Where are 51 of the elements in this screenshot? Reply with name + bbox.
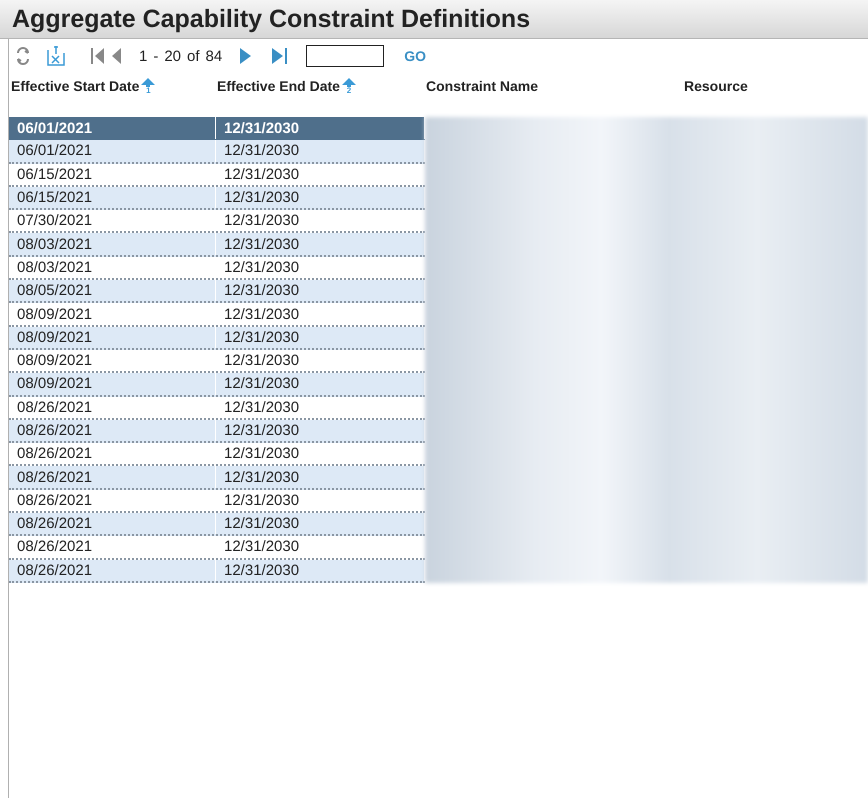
go-button[interactable]: GO [400,48,430,64]
table-cell: 08/03/2021 [9,256,216,278]
table-row[interactable]: 08/09/2021 12/31/2030 [9,373,425,397]
page-range-end: 20 [164,48,182,64]
column-header[interactable]: Effective End Date [217,78,340,94]
table-cell: 08/26/2021 [9,443,216,464]
table-row[interactable]: 08/03/2021 12/31/2030 [9,233,425,257]
table-row[interactable]: 08/05/2021 12/31/2030 [9,280,425,304]
table-cell: 08/26/2021 [9,560,216,581]
next-page-icon[interactable] [240,47,252,65]
column-header[interactable]: Resource [666,78,748,94]
total-count: 84 [206,48,222,64]
page-range-start: 1 [139,48,148,64]
table-cell: 08/09/2021 [9,303,216,325]
table-cell: 06/01/2021 [9,140,216,162]
table-cell: 08/26/2021 [9,490,216,512]
window-title: Aggregate Capability Constraint Definitions [0,0,868,39]
previous-page-icon[interactable] [111,47,121,65]
refresh-icon[interactable] [15,45,31,67]
table-row[interactable]: 06/15/2021 12/31/2030 [9,164,425,187]
table-cell: 06/01/2021 [9,117,216,140]
table-cell: 08/03/2021 [9,233,216,255]
last-page-icon[interactable] [272,47,288,65]
table-cell: 07/30/2021 [9,210,216,232]
table-cell: 08/09/2021 [9,326,216,348]
table-row[interactable]: 08/26/2021 12/31/2030 [9,466,425,490]
table-cell: 06/15/2021 [9,186,216,208]
table-cell: 08/05/2021 [9,280,216,302]
table-cell: 06/15/2021 [9,164,216,185]
table-cell: 08/09/2021 [9,350,216,372]
table-cell: 08/26/2021 [9,466,216,488]
table-row[interactable]: 06/15/2021 12/31/2030 [9,186,425,210]
table-row[interactable]: 08/26/2021 12/31/2030 [9,513,425,536]
column-header[interactable]: Effective Start Date [11,78,140,94]
table-cell: 08/09/2021 [9,373,216,395]
table-row[interactable]: 08/26/2021 12/31/2030 [9,420,425,444]
table-row[interactable]: 06/01/2021 12/31/2030 [9,117,425,140]
table-cell: 08/26/2021 [9,420,216,442]
page-number-field[interactable] [306,45,384,67]
table-row[interactable]: 08/26/2021 12/31/2030 [9,396,425,420]
page-range-separator: - [153,48,158,64]
table-cell: 08/26/2021 [9,396,216,418]
table-cell: 08/26/2021 [9,536,216,558]
table-row[interactable]: 06/01/2021 12/31/2030 [9,140,425,164]
column-header[interactable]: Constraint Name [426,78,538,94]
table-row[interactable]: 08/26/2021 12/31/2030 [9,560,425,583]
export-excel-icon[interactable] [45,45,67,67]
table-row[interactable]: 08/09/2021 12/31/2030 [9,326,425,350]
first-page-icon[interactable] [91,47,105,65]
table-cell: 08/26/2021 [9,513,216,534]
of-label: of [187,48,200,64]
